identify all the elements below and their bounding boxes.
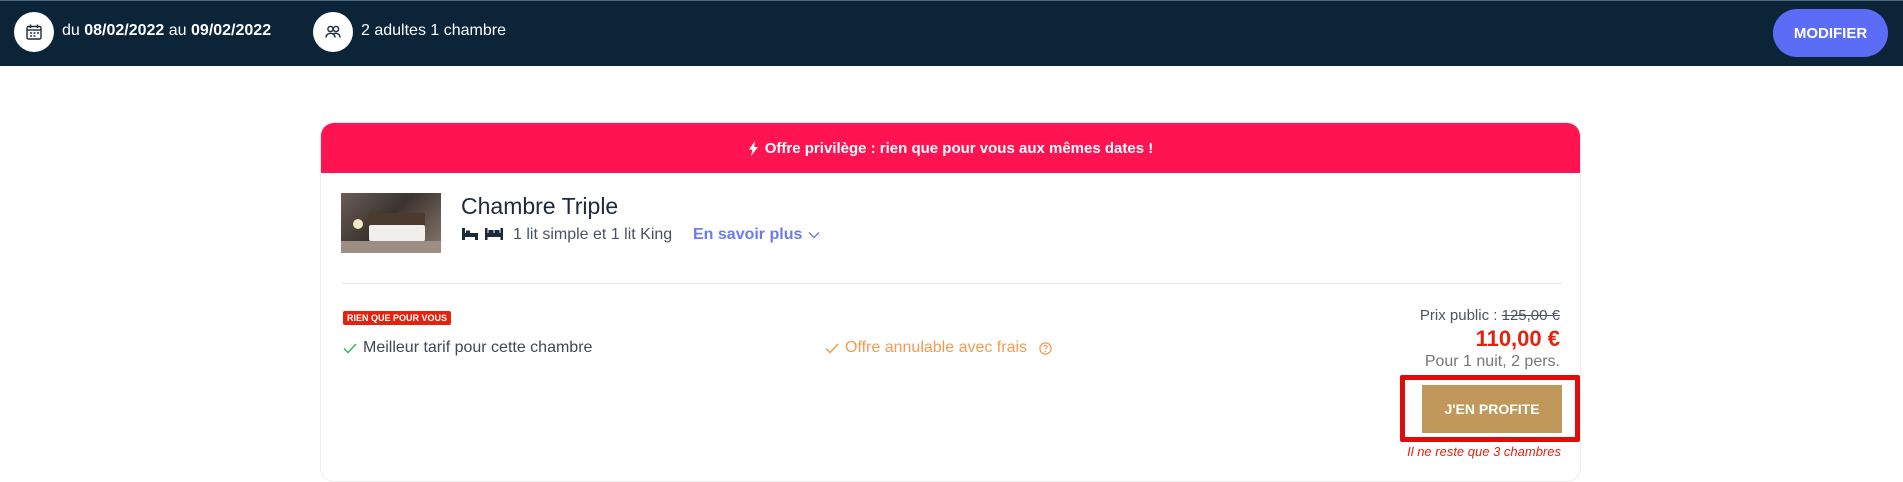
king-bed-icon: [485, 228, 503, 240]
perk-best-rate-label: Meilleur tarif pour cette chambre: [363, 339, 593, 356]
check-icon: [825, 342, 839, 354]
offer-price: 110,00 €: [1475, 326, 1560, 351]
guests-summary: 2 adultes 1 chambre: [361, 22, 506, 39]
price-details: Pour 1 nuit, 2 pers.: [1424, 353, 1560, 370]
offer-card: Offre privilège : rien que pour vous aux…: [320, 122, 1581, 482]
perk-best-rate: Meilleur tarif pour cette chambre: [343, 339, 592, 357]
perk-cancellation-label: Offre annulable avec frais: [845, 339, 1028, 356]
question-icon[interactable]: [1039, 341, 1052, 355]
check-icon: [343, 342, 357, 354]
public-price: Prix public : 125,00 €: [1420, 307, 1560, 324]
room-title: Chambre Triple: [461, 193, 619, 219]
availability-notice: Il ne reste que 3 chambres: [1407, 444, 1561, 459]
public-price-label: Prix public :: [1419, 307, 1502, 324]
bed-icons: [461, 227, 503, 241]
book-offer-button[interactable]: J'EN PROFITE: [1422, 385, 1562, 433]
calendar-icon: [14, 12, 54, 52]
modify-button[interactable]: MODIFIER: [1773, 9, 1888, 57]
chevron-down-icon: [808, 232, 820, 239]
date-range: du 08/02/2022 au 09/02/2022: [62, 22, 271, 40]
date-to: 09/02/2022: [191, 22, 272, 39]
more-info-label[interactable]: En savoir plus: [693, 226, 802, 244]
people-icon: [313, 12, 353, 52]
search-summary-bar: du 08/02/2022 au 09/02/2022 2 adultes 1 …: [0, 0, 1903, 66]
divider: [341, 283, 1562, 284]
perk-cancellation: Offre annulable avec frais: [825, 339, 1052, 357]
banner-text: Offre privilège : rien que pour vous aux…: [764, 139, 1154, 157]
more-info-link[interactable]: En savoir plus: [693, 226, 820, 244]
room-photo[interactable]: [341, 193, 441, 253]
exclusive-badge: RIEN QUE POUR VOUS: [343, 311, 452, 325]
date-from: 08/02/2022: [84, 22, 165, 39]
lightning-icon: [748, 140, 758, 156]
dates-prefix: du: [62, 22, 85, 39]
single-bed-icon: [462, 228, 478, 240]
public-price-value: 125,00 €: [1501, 307, 1560, 324]
dates-mid: au: [164, 22, 192, 39]
privilege-banner: Offre privilège : rien que pour vous aux…: [321, 123, 1580, 173]
bed-description: 1 lit simple et 1 lit King: [513, 226, 673, 243]
